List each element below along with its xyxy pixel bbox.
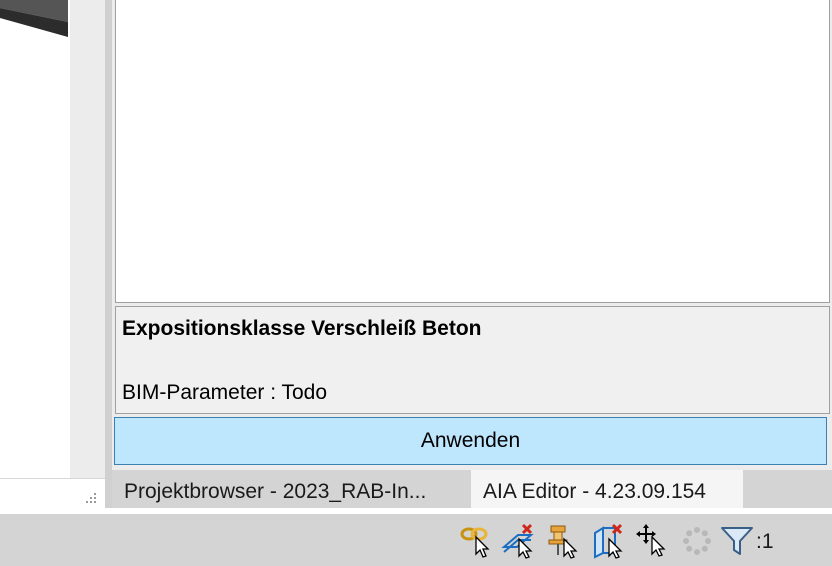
- resize-grip-icon[interactable]: [82, 491, 98, 507]
- select-underlay-icon[interactable]: [500, 522, 538, 560]
- apply-button[interactable]: Anwenden: [114, 417, 827, 465]
- select-links-icon[interactable]: [458, 522, 496, 560]
- description-title: Expositionsklasse Verschleiß Beton: [122, 317, 482, 340]
- parameter-list[interactable]: [115, 0, 830, 303]
- panel-tab-bar: Projektbrowser - 2023_RAB-In... AIA Edit…: [112, 470, 832, 514]
- background-process-icon[interactable]: [678, 522, 716, 560]
- drag-on-selection-icon[interactable]: [634, 522, 672, 560]
- description-box: Expositionsklasse Verschleiß Beton BIM-P…: [115, 306, 830, 414]
- status-bar: :1: [0, 514, 832, 566]
- pane-splitter[interactable]: [105, 0, 112, 508]
- select-pinned-icon[interactable]: [544, 522, 582, 560]
- model-element-edge: [0, 0, 68, 37]
- view-status-strip: [0, 478, 105, 509]
- select-by-face-icon[interactable]: [590, 522, 628, 560]
- description-text: BIM-Parameter : Todo: [122, 381, 328, 404]
- aia-editor-panel: Expositionsklasse Verschleiß Beton BIM-P…: [112, 0, 832, 514]
- selection-count: :1: [756, 530, 774, 553]
- filter-icon[interactable]: [718, 522, 756, 560]
- view-scrollbar-track[interactable]: [70, 0, 105, 478]
- 3d-view-canvas[interactable]: [0, 0, 70, 478]
